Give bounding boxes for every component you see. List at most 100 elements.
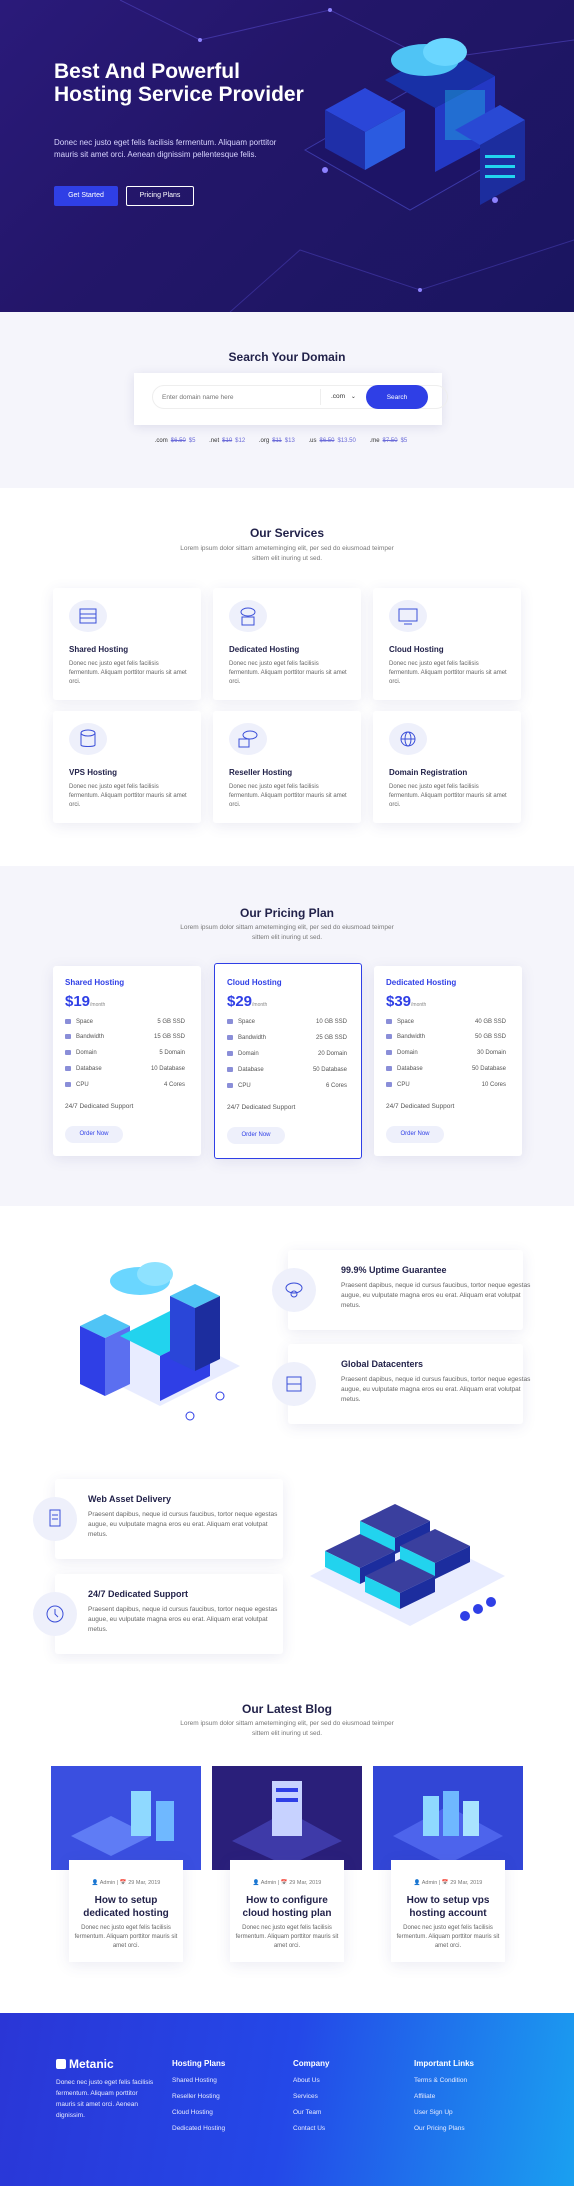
feature-title: 24/7 Dedicated Support (88, 1589, 189, 1599)
network-icon (272, 1362, 316, 1406)
service-title: Reseller Hosting (229, 768, 293, 777)
blog-meta: 👤 Admin | 📅 29 Mar, 2019 (91, 1880, 161, 1886)
feature-description: Praesent dapibus, neque id cursus faucib… (88, 1511, 278, 1538)
chevron-down-icon: ⌄ (350, 394, 356, 400)
plan-feature: Database 10 Database (65, 1066, 185, 1076)
services-subtitle: Lorem ipsum dolor sittam ameteminging el… (180, 545, 394, 562)
plan-support: 24/7 Dedicated Support (386, 1103, 455, 1110)
plan-feature: Bandwidth 50 GB SSD (386, 1034, 506, 1044)
blog-post-excerpt: Donec nec justo eget felis facilisis fer… (396, 1925, 500, 1949)
feature-card: 99.9% Uptime Guarantee Praesent dapibus,… (288, 1250, 530, 1330)
tld-select-value: .com (331, 393, 346, 400)
tld-old-price: $6.50 (319, 438, 335, 444)
footer-link[interactable]: Affiliate (414, 2093, 435, 2100)
tld-old-price: $6.50 (170, 438, 186, 444)
blog-post-title[interactable]: How to setup vps hosting account (398, 1894, 498, 1920)
plan-price: $39/month (386, 993, 427, 1010)
order-now-button[interactable]: Order Now (227, 1127, 285, 1144)
cloud-server-icon (229, 600, 267, 632)
tld-select[interactable]: .com ⌄ (320, 389, 360, 405)
pricing-plans-button[interactable]: Pricing Plans (126, 186, 194, 206)
service-card[interactable]: Reseller Hosting Donec nec justo eget fe… (213, 711, 361, 823)
features-section: 99.9% Uptime Guarantee Praesent dapibus,… (0, 1206, 574, 1664)
service-card[interactable]: Cloud Hosting Donec nec justo eget felis… (373, 588, 521, 700)
blog-post-excerpt: Donec nec justo eget felis facilisis fer… (74, 1925, 178, 1949)
plan-feature: Bandwidth 25 GB SSD (227, 1035, 347, 1045)
hero-section: Best And Powerful Hosting Service Provid… (0, 0, 574, 312)
tld-ext: .org (258, 438, 270, 444)
order-now-button[interactable]: Order Now (386, 1126, 444, 1143)
pricing-card-featured: Cloud Hosting $29/month Space 10 GB SSD B… (214, 963, 362, 1159)
footer-link[interactable]: Services (293, 2093, 318, 2100)
feature-description: Praesent dapibus, neque id cursus faucib… (88, 1606, 278, 1633)
service-description: Donec nec justo eget felis facilisis fer… (69, 661, 187, 685)
globe-icon (389, 723, 427, 755)
plan-feature: Database 50 Database (227, 1067, 347, 1077)
service-card[interactable]: Dedicated Hosting Donec nec justo eget f… (213, 588, 361, 700)
service-title: Cloud Hosting (389, 645, 444, 654)
tld-price-list: .com $6.50 $5 .net $10 $12 .org $11 $13 .us $6.… (0, 438, 574, 444)
plan-feature: Domain 30 Domain (386, 1050, 506, 1060)
footer-link[interactable]: User Sign Up (414, 2109, 453, 2116)
footer-link[interactable]: Terms & Condition (414, 2077, 467, 2084)
search-button[interactable]: Search (366, 385, 428, 409)
footer-link[interactable]: Reseller Hosting (172, 2093, 220, 2100)
footer-logo[interactable]: Metanic (56, 2057, 114, 2071)
blog-post-title[interactable]: How to configure cloud hosting plan (237, 1894, 337, 1920)
plan-price: $29/month (227, 993, 268, 1010)
service-title: VPS Hosting (69, 768, 118, 777)
plan-price: $19/month (65, 993, 106, 1010)
footer-col-title: Important Links (414, 2059, 475, 2068)
plan-name: Cloud Hosting (227, 978, 282, 987)
pricing-card: Shared Hosting $19/month Space 5 GB SSD B… (53, 966, 201, 1156)
feature-card: Global Datacenters Praesent dapibus, neq… (288, 1344, 530, 1424)
datacenter-illustration (80, 1262, 240, 1421)
footer-link[interactable]: About Us (293, 2077, 320, 2084)
plan-name: Dedicated Hosting (386, 978, 457, 987)
reseller-icon (229, 723, 267, 755)
blog-image (212, 1766, 362, 1870)
blog-post-title[interactable]: How to setup dedicated hosting (81, 1894, 171, 1920)
service-description: Donec nec justo eget felis facilisis fer… (389, 784, 507, 808)
footer-link[interactable]: Dedicated Hosting (172, 2125, 225, 2132)
tld-ext: .us (308, 438, 317, 444)
service-title: Shared Hosting (69, 645, 129, 654)
blog-card[interactable]: 👤 Admin | 📅 29 Mar, 2019 How to setup de… (51, 1766, 201, 1962)
order-now-button[interactable]: Order Now (65, 1126, 123, 1143)
blog-subtitle: Lorem ipsum dolor sittam ameteminging el… (180, 1720, 394, 1737)
domain-search-input[interactable] (162, 389, 312, 405)
blog-section: Our Latest Blog Lorem ipsum dolor sittam… (0, 1664, 574, 2013)
blog-image (373, 1766, 523, 1870)
services-section: Our Services Lorem ipsum dolor sittam am… (0, 488, 574, 866)
plan-feature: CPU 6 Cores (227, 1083, 347, 1093)
plan-support: 24/7 Dedicated Support (227, 1104, 296, 1111)
service-description: Donec nec justo eget felis facilisis fer… (69, 784, 187, 808)
blog-card[interactable]: 👤 Admin | 📅 29 Mar, 2019 How to configur… (212, 1766, 362, 1962)
tld-new-price: $13 (284, 438, 295, 444)
document-icon (33, 1497, 77, 1541)
footer-link[interactable]: Shared Hosting (172, 2077, 217, 2084)
plan-feature: Domain 20 Domain (227, 1051, 347, 1061)
plan-feature: Space 5 GB SSD (65, 1019, 185, 1029)
footer-link[interactable]: Our Pricing Plans (414, 2125, 465, 2132)
cloud-gear-icon (272, 1268, 316, 1312)
footer-col-title: Hosting Plans (172, 2059, 226, 2068)
service-card[interactable]: Shared Hosting Donec nec justo eget feli… (53, 588, 201, 700)
footer-link[interactable]: Cloud Hosting (172, 2109, 213, 2116)
calendar-icon: 📅 (280, 1880, 290, 1886)
user-icon: 👤 (252, 1880, 261, 1886)
footer-link[interactable]: Our Team (293, 2109, 321, 2116)
blog-meta: 👤 Admin | 📅 29 Mar, 2019 (413, 1880, 483, 1886)
support-icon (33, 1592, 77, 1636)
service-card[interactable]: VPS Hosting Donec nec justo eget felis f… (53, 711, 201, 823)
service-card[interactable]: Domain Registration Donec nec justo eget… (373, 711, 521, 823)
tld-new-price: $12 (235, 438, 246, 444)
get-started-button[interactable]: Get Started (54, 186, 118, 206)
blog-image (51, 1766, 201, 1870)
monitor-icon (389, 600, 427, 632)
blog-card[interactable]: 👤 Admin | 📅 29 Mar, 2019 How to setup vp… (373, 1766, 523, 1962)
footer-link[interactable]: Contact Us (293, 2125, 325, 2132)
tld-ext: .com (154, 438, 168, 444)
pricing-section: Our Pricing Plan Lorem ipsum dolor sitta… (0, 866, 574, 1206)
domain-search-section: Search Your Domain .com ⌄ Search .com$6.… (0, 312, 574, 488)
